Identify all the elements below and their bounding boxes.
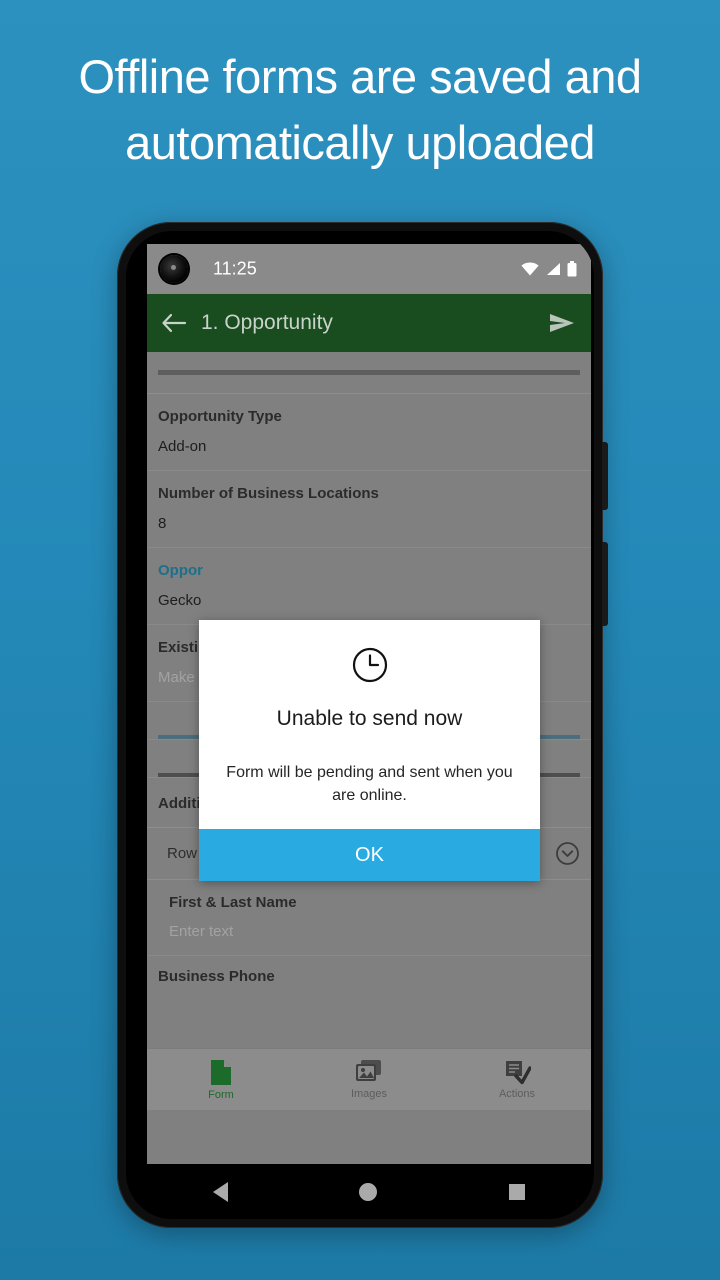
phone-bezel: 11:25 1. Opportunity Opportunity Type Ad… [126, 231, 594, 1219]
dialog-content: Unable to send now Form will be pending … [199, 620, 540, 829]
unable-to-send-dialog: Unable to send now Form will be pending … [199, 620, 540, 881]
volume-button[interactable] [602, 442, 608, 510]
home-circle-icon[interactable] [359, 1182, 378, 1201]
clock-icon [352, 647, 387, 683]
headline-line-2: automatically uploaded [125, 116, 595, 169]
phone-screen: 11:25 1. Opportunity Opportunity Type Ad… [147, 244, 591, 1164]
back-triangle-icon[interactable] [212, 1181, 228, 1202]
promo-headline: Offline forms are saved and automaticall… [0, 44, 720, 176]
android-navigation-bar [147, 1164, 591, 1219]
dialog-message: Form will be pending and sent when you a… [226, 764, 513, 804]
dialog-ok-button[interactable]: OK [199, 829, 540, 881]
phone-mockup: 11:25 1. Opportunity Opportunity Type Ad… [117, 222, 608, 1228]
headline-line-1: Offline forms are saved and [78, 50, 642, 103]
recents-square-icon[interactable] [509, 1183, 526, 1200]
power-button[interactable] [602, 542, 608, 626]
dialog-title: Unable to send now [276, 707, 463, 730]
